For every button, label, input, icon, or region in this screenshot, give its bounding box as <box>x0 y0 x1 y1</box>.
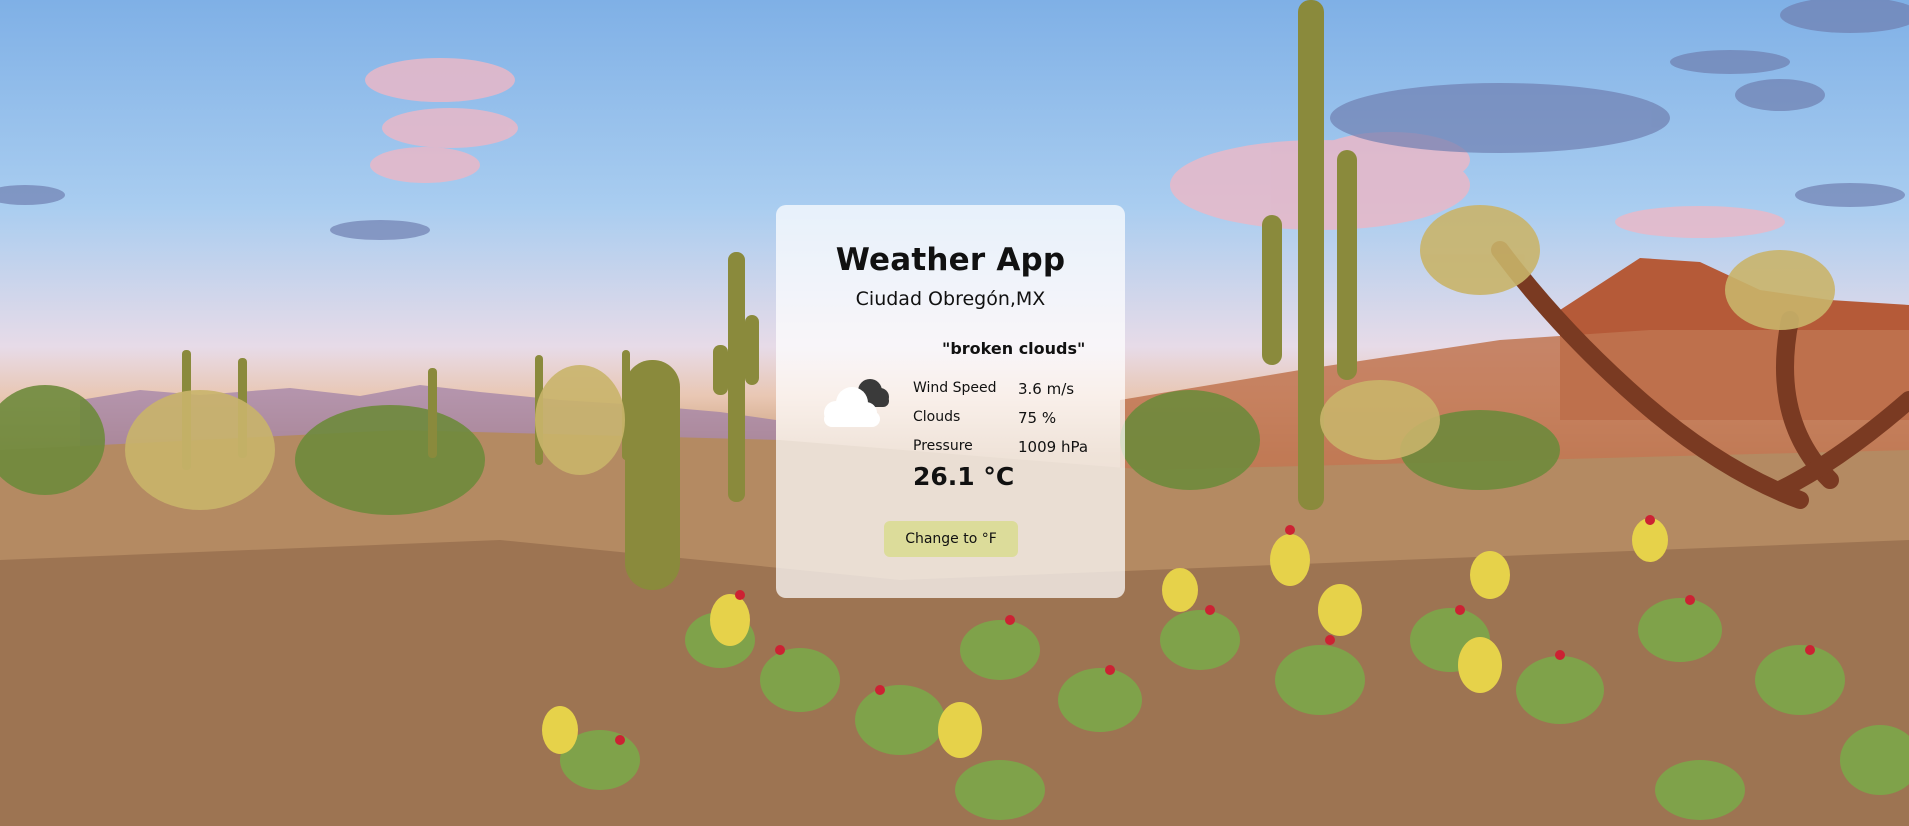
desert-background: Weather App Ciudad Obregón,MX "broken cl… <box>0 0 1909 826</box>
weather-stats: Wind Speed 3.6 m/s Clouds 75 % Pressure … <box>913 380 1103 467</box>
temperature-readout: 26.1 °C <box>913 462 1015 491</box>
location-label: Ciudad Obregón,MX <box>855 288 1046 310</box>
stat-value: 1009 hPa <box>1018 438 1089 456</box>
stat-row-wind-speed: Wind Speed 3.6 m/s <box>913 380 1103 409</box>
broken-clouds-icon <box>824 379 889 427</box>
stat-row-clouds: Clouds 75 % <box>913 409 1103 438</box>
page-title: Weather App <box>835 242 1066 278</box>
change-unit-button[interactable]: Change to °F <box>884 521 1018 557</box>
stat-value: 3.6 m/s <box>1018 380 1075 398</box>
stat-value: 75 % <box>1018 409 1057 427</box>
stat-label: Pressure <box>913 438 973 454</box>
stat-label: Wind Speed <box>913 380 997 396</box>
stat-label: Clouds <box>913 409 961 425</box>
weather-description: "broken clouds" <box>942 339 1086 358</box>
weather-card: Weather App Ciudad Obregón,MX "broken cl… <box>776 205 1125 598</box>
